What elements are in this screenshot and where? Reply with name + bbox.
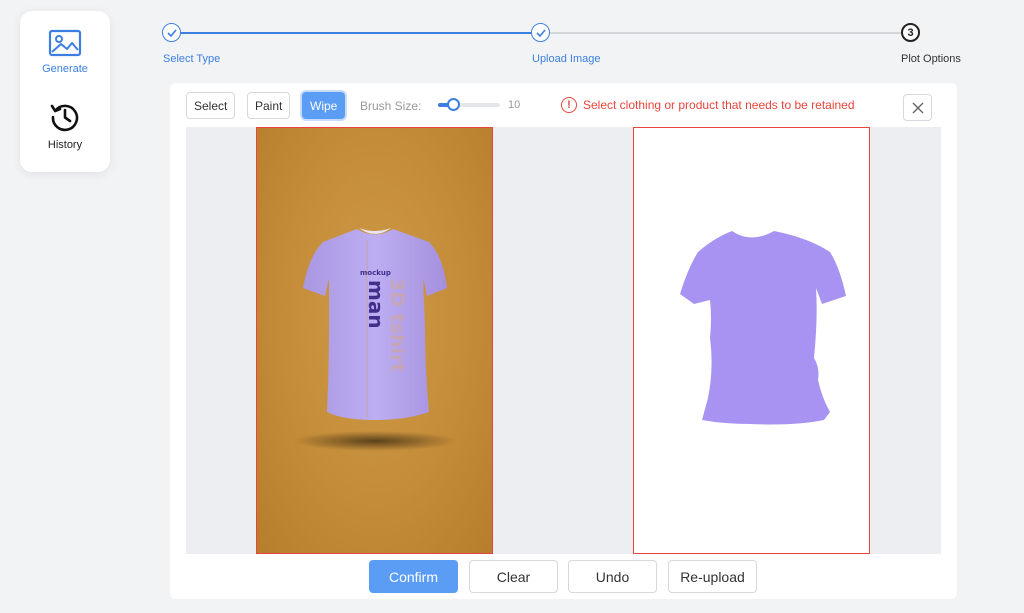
- progress-stepper: 3 Select Type Upload Image Plot Options: [0, 0, 1024, 70]
- print-large-text: man: [364, 280, 388, 329]
- source-image-canvas[interactable]: mockup man 3D tshirt: [256, 127, 493, 554]
- step-connector-completed: [181, 32, 531, 34]
- step-label-select-type: Select Type: [163, 53, 221, 65]
- selection-hint: ! Select clothing or product that needs …: [561, 97, 855, 113]
- print-side-text: 3D tshirt: [386, 278, 408, 373]
- tshirt-photo: mockup man 3D tshirt: [293, 228, 457, 451]
- check-icon: [166, 28, 177, 37]
- step-2-check: [531, 23, 550, 42]
- step-connector-pending: [549, 32, 901, 34]
- step-1-check: [162, 23, 181, 42]
- paint-tool-button[interactable]: Paint: [247, 92, 291, 119]
- nav-item-history[interactable]: History: [20, 101, 110, 151]
- close-icon: [912, 102, 923, 113]
- editor-panel: Select Paint Wipe Brush Size: 10 ! Selec…: [170, 83, 957, 599]
- hint-text: Select clothing or product that needs to…: [583, 98, 855, 112]
- brush-size-value: 10: [508, 99, 521, 111]
- step-label-plot-options: Plot Options: [901, 53, 961, 65]
- nav-history-label: History: [47, 139, 83, 151]
- check-icon: [535, 28, 546, 37]
- mask-preview-canvas[interactable]: [633, 127, 870, 554]
- reupload-button[interactable]: Re-upload: [668, 560, 757, 593]
- wipe-tool-button[interactable]: Wipe: [302, 92, 346, 119]
- close-button[interactable]: [903, 94, 932, 121]
- shirt-shadow: [293, 431, 457, 451]
- brush-size-label: Brush Size:: [360, 99, 422, 113]
- clear-button[interactable]: Clear: [469, 560, 558, 593]
- print-small-text: mockup: [360, 269, 391, 277]
- step-3-number: 3: [901, 23, 920, 42]
- history-icon: [50, 104, 79, 132]
- undo-button[interactable]: Undo: [568, 560, 657, 593]
- canvas-area: mockup man 3D tshirt: [186, 127, 941, 554]
- step-label-upload-image: Upload Image: [532, 53, 601, 65]
- select-tool-button[interactable]: Select: [186, 92, 236, 119]
- warning-icon: !: [561, 97, 577, 113]
- mask-shape: [680, 231, 846, 425]
- slider-thumb[interactable]: [447, 98, 460, 111]
- confirm-button[interactable]: Confirm: [369, 560, 458, 593]
- brush-size-slider[interactable]: [438, 98, 500, 111]
